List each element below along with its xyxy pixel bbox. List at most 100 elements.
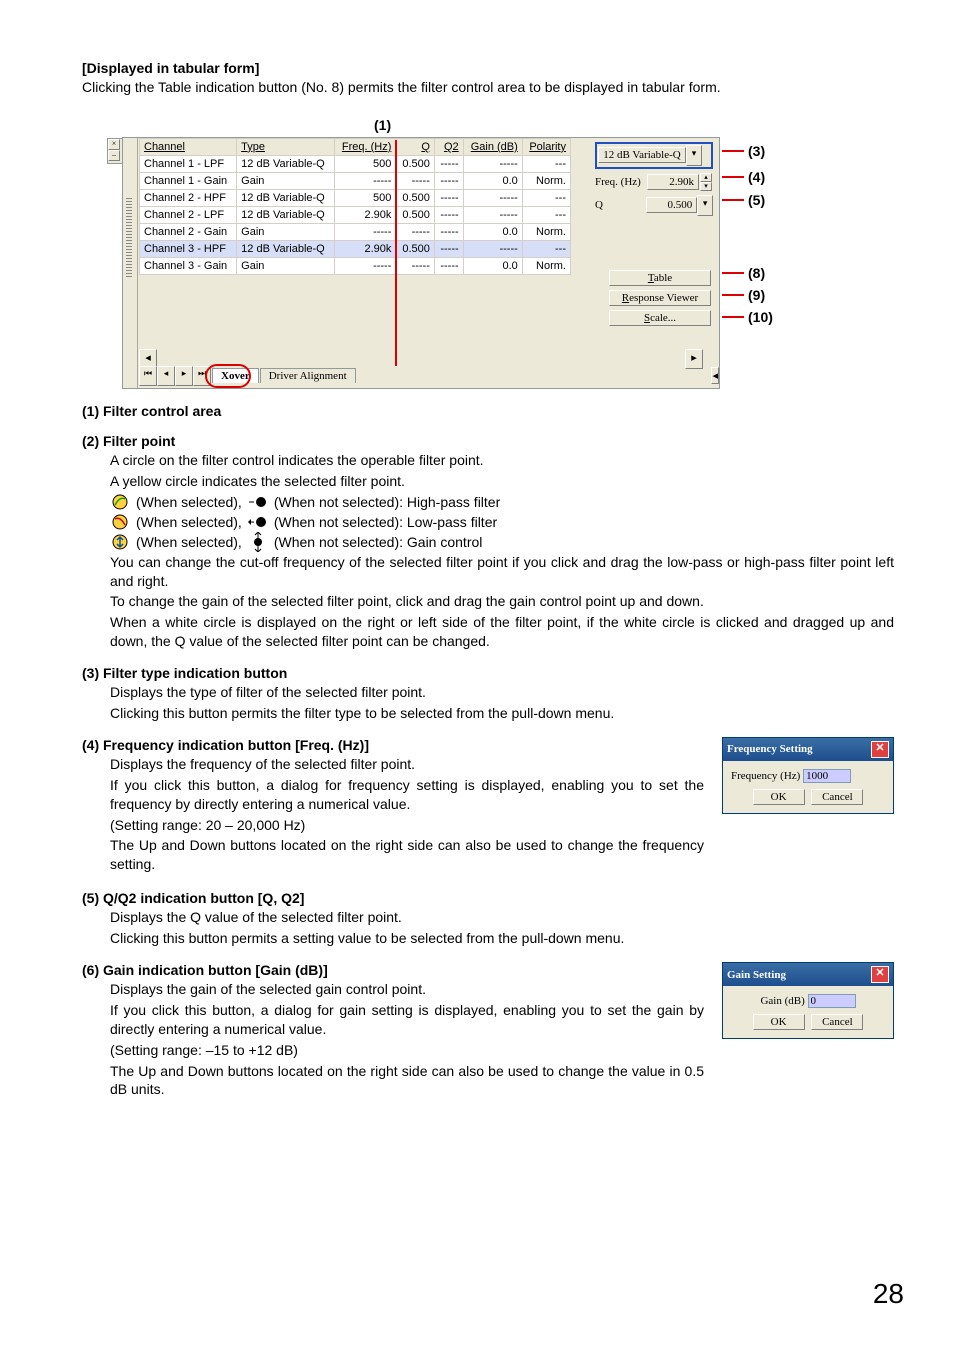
response-viewer-button[interactable]: Response Viewer	[609, 290, 711, 306]
q-button[interactable]: 0.500	[646, 197, 697, 213]
screenshot-figure: (1) × – Channel Type Freq. (Hz) Q Q2 Gai…	[122, 137, 894, 389]
cell-pol: ---	[522, 189, 570, 206]
gain-dialog-ok-button[interactable]: OK	[753, 1014, 805, 1030]
horizontal-scrollbar[interactable]: ◂ ▸	[139, 349, 703, 365]
table-row[interactable]: Channel 2 - LPF12 dB Variable-Q2.90k0.50…	[140, 206, 571, 223]
table-row[interactable]: Channel 1 - GainGain---------------0.0No…	[140, 172, 571, 189]
gain-dialog-input[interactable]	[808, 994, 856, 1008]
cell-ch: Channel 3 - Gain	[140, 257, 237, 274]
q-dropdown-icon[interactable]: ▾	[697, 195, 713, 216]
scroll-right-icon[interactable]: ▸	[685, 349, 703, 369]
window-undock-controls: × –	[107, 138, 123, 164]
cell-pol: ---	[522, 155, 570, 172]
cell-freq: 500	[334, 155, 396, 172]
cell-pol: ---	[522, 206, 570, 223]
freq-dialog-label: Frequency (Hz)	[731, 770, 800, 782]
freq-dialog-cancel-button[interactable]: Cancel	[811, 789, 863, 805]
s2-p3: You can change the cut-off frequency of …	[110, 553, 894, 591]
cell-ch: Channel 3 - HPF	[140, 240, 237, 257]
col-q[interactable]: Q	[396, 138, 435, 155]
cell-q: 0.500	[396, 206, 435, 223]
section-heading: [Displayed in tabular form]	[82, 60, 894, 76]
cell-q2: -----	[434, 189, 463, 206]
filter-type-button[interactable]: 12 dB Variable-Q	[598, 147, 686, 163]
close-small-button[interactable]: ×	[108, 139, 120, 150]
cell-type: 12 dB Variable-Q	[237, 206, 335, 223]
table-button[interactable]: Table	[609, 270, 711, 286]
tab-scroll-left-icon[interactable]: ◂	[711, 367, 719, 384]
col-gain[interactable]: Gain (dB)	[463, 138, 522, 155]
cell-freq: 2.90k	[334, 206, 396, 223]
tab-first-icon[interactable]: ⏮	[139, 366, 157, 386]
callout-8: (8)	[748, 265, 765, 281]
frequency-setting-dialog: Frequency Setting ✕ Frequency (Hz) OK Can…	[722, 737, 894, 814]
s5-heading: (5) Q/Q2 indication button [Q, Q2]	[82, 890, 894, 906]
s2-l2b: (When not selected): Low-pass filter	[274, 514, 497, 530]
cell-freq: -----	[334, 223, 396, 240]
s6-p3: (Setting range: –15 to +12 dB)	[110, 1041, 894, 1060]
col-channel[interactable]: Channel	[140, 138, 237, 155]
scale-button[interactable]: Scale...	[609, 310, 711, 326]
cell-gain: -----	[463, 206, 522, 223]
s3-p2: Clicking this button permits the filter …	[110, 704, 894, 723]
freq-spinner[interactable]: ▴ ▾	[700, 173, 712, 191]
s3-heading: (3) Filter type indication button	[82, 665, 894, 681]
s2-l3a: (When selected),	[136, 534, 242, 550]
table-row[interactable]: Channel 1 - LPF12 dB Variable-Q5000.500-…	[140, 155, 571, 172]
col-type[interactable]: Type	[237, 138, 335, 155]
table-row[interactable]: Channel 2 - GainGain---------------0.0No…	[140, 223, 571, 240]
s4-p3: (Setting range: 20 – 20,000 Hz)	[110, 816, 894, 835]
cell-q2: -----	[434, 240, 463, 257]
col-freq[interactable]: Freq. (Hz)	[334, 138, 396, 155]
minimize-small-button[interactable]: –	[108, 150, 120, 161]
cell-ch: Channel 1 - Gain	[140, 172, 237, 189]
hpf-unselected-icon	[248, 493, 268, 511]
table-row[interactable]: Channel 3 - HPF12 dB Variable-Q2.90k0.50…	[140, 240, 571, 257]
tab-prev-icon[interactable]: ◂	[157, 366, 175, 386]
s4-p2: If you click this button, a dialog for f…	[110, 776, 704, 814]
cell-freq: 500	[334, 189, 396, 206]
s2-l3b: (When not selected): Gain control	[274, 534, 483, 550]
cell-q: 0.500	[396, 155, 435, 172]
table-row[interactable]: Channel 3 - GainGain---------------0.0No…	[140, 257, 571, 274]
s2-p4: To change the gain of the selected filte…	[110, 592, 894, 611]
page-number: 28	[873, 1278, 904, 1310]
gain-dialog-cancel-button[interactable]: Cancel	[811, 1014, 863, 1030]
cell-ch: Channel 2 - LPF	[140, 206, 237, 223]
gain-selected-icon	[110, 533, 130, 551]
freq-dialog-title: Frequency Setting	[727, 743, 813, 755]
cell-gain: -----	[463, 240, 522, 257]
cell-type: 12 dB Variable-Q	[237, 189, 335, 206]
cell-freq: -----	[334, 172, 396, 189]
s4-p4: The Up and Down buttons located on the r…	[110, 836, 704, 874]
cell-q: -----	[396, 257, 435, 274]
freq-up-icon[interactable]: ▴	[700, 173, 712, 182]
vertical-grip[interactable]	[123, 138, 138, 388]
cell-pol: Norm.	[522, 257, 570, 274]
col-polarity[interactable]: Polarity	[522, 138, 570, 155]
s6-p2: If you click this button, a dialog for g…	[110, 1001, 704, 1039]
cell-q: -----	[396, 223, 435, 240]
gain-dialog-close-icon[interactable]: ✕	[871, 966, 889, 983]
s5-p2: Clicking this button permits a setting v…	[110, 929, 894, 948]
cell-gain: 0.0	[463, 257, 522, 274]
col-q2[interactable]: Q2	[434, 138, 463, 155]
cell-q2: -----	[434, 155, 463, 172]
gain-setting-dialog: Gain Setting✕ Gain (dB) OK Cancel	[722, 962, 894, 1039]
gain-unselected-icon	[248, 533, 268, 551]
freq-button[interactable]: 2.90k	[647, 174, 699, 190]
filter-type-dropdown-icon[interactable]: ▾	[686, 145, 702, 166]
freq-down-icon[interactable]: ▾	[700, 182, 712, 191]
tab-next-icon[interactable]: ▸	[175, 366, 193, 386]
callout-3: (3)	[748, 143, 765, 159]
side-panel: 12 dB Variable-Q ▾ Freq. (Hz) 2.90k ▴ ▾ …	[595, 142, 713, 330]
freq-dialog-close-icon[interactable]: ✕	[871, 741, 889, 758]
cell-ch: Channel 2 - Gain	[140, 223, 237, 240]
cell-gain: -----	[463, 189, 522, 206]
cell-q2: -----	[434, 172, 463, 189]
freq-dialog-input[interactable]	[803, 769, 851, 783]
tab-driver-alignment[interactable]: Driver Alignment	[260, 368, 356, 383]
table-row[interactable]: Channel 2 - HPF12 dB Variable-Q5000.500-…	[140, 189, 571, 206]
freq-dialog-ok-button[interactable]: OK	[753, 789, 805, 805]
freq-label: Freq. (Hz)	[595, 176, 647, 188]
